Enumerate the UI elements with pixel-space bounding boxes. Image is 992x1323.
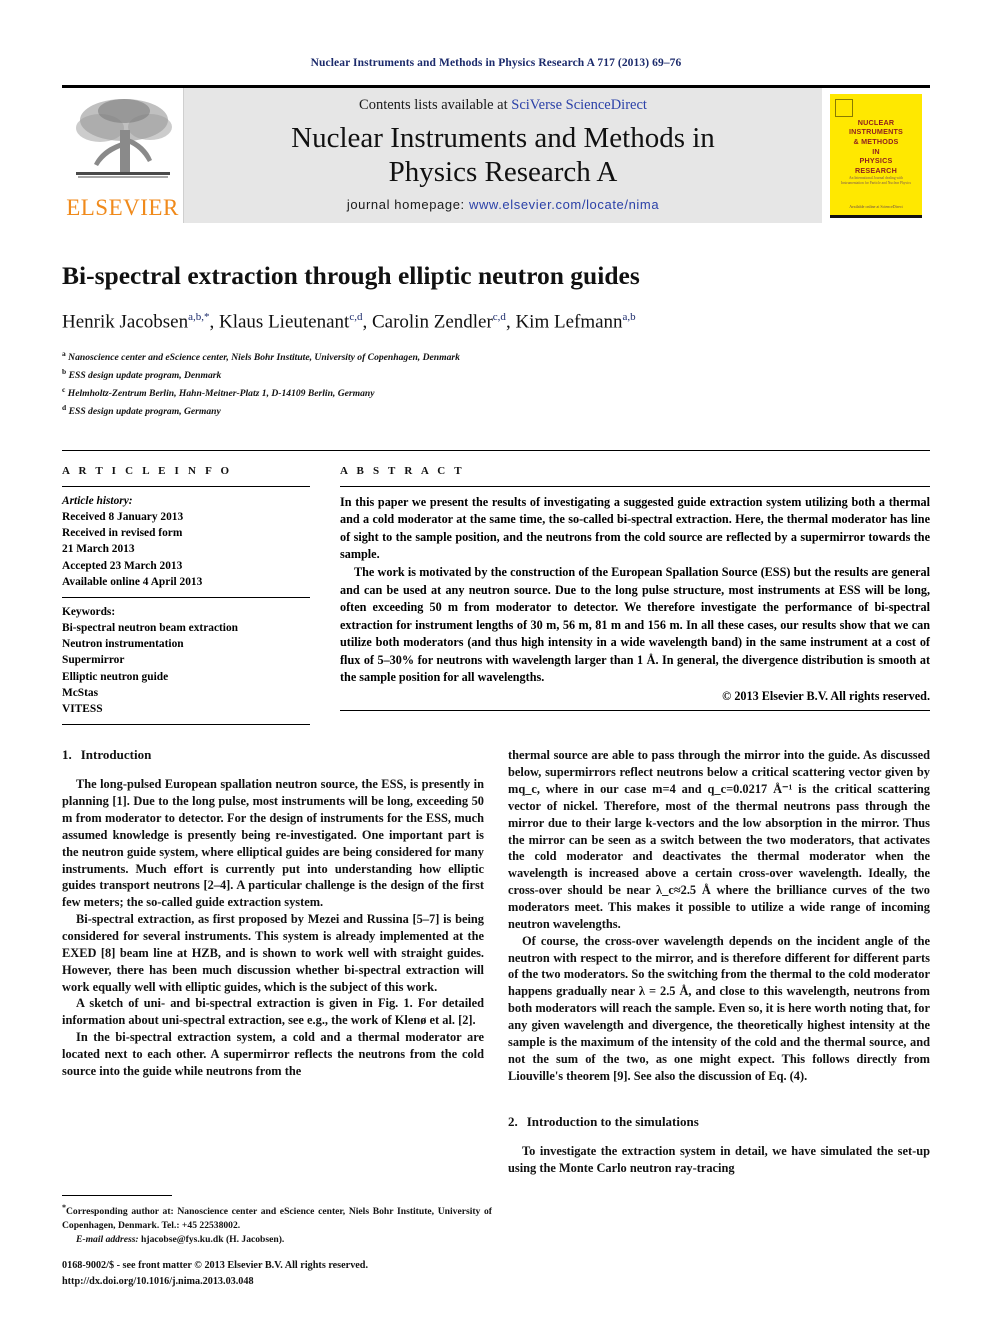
author-name: Carolin Zendler	[371, 310, 493, 332]
article-history-item: 21 March 2013	[62, 543, 135, 556]
keyword-item: VITESS	[62, 703, 103, 716]
author-name: Klaus Lieutenant	[219, 310, 350, 332]
affiliation-text: ESS design update program, Denmark	[68, 369, 222, 381]
elsevier-tree-icon	[76, 99, 172, 178]
affiliation-item: b ESS design update program, Denmark	[62, 366, 930, 384]
keywords-label: Keywords:	[62, 605, 116, 618]
section-number: 2.	[508, 1114, 518, 1130]
body-paragraph: The long-pulsed European spallation neut…	[62, 777, 484, 910]
journal-masthead: ELSEVIER Contents lists available at Sci…	[62, 85, 930, 223]
article-history-label: Article history:	[62, 494, 133, 507]
article-info-heading: A R T I C L E I N F O	[62, 464, 233, 477]
keyword-item: Neutron instrumentation	[62, 638, 184, 651]
cover-footer: Available online at ScienceDirect	[849, 203, 903, 209]
body-paragraph-continuation: thermal source are able to pass through …	[508, 748, 930, 931]
email-label: E-mail address:	[76, 1233, 139, 1245]
abstract-copyright: © 2013 Elsevier B.V. All rights reserved…	[722, 688, 930, 703]
issn-line: 0168-9002/$ - see front matter © 2013 El…	[62, 1260, 369, 1272]
paper-page: Nuclear Instruments and Methods in Physi…	[0, 0, 992, 1323]
author-name: Henrik Jacobsen	[62, 310, 189, 332]
affiliation-list: a Nanoscience center and eScience center…	[62, 348, 930, 420]
keyword-item: Bi-spectral neutron beam extraction	[62, 622, 238, 635]
article-history-block: Article history: Received 8 January 2013…	[62, 487, 310, 597]
info-abstract-section: A R T I C L E I N F O Article history: R…	[62, 449, 930, 726]
body-paragraph: A sketch of uni- and bi-spectral extract…	[62, 996, 484, 1028]
paper-title: Bi-spectral extraction through elliptic …	[62, 261, 640, 290]
keyword-item: Supermirror	[62, 654, 125, 667]
body-paragraph: Of course, the cross-over wavelength dep…	[508, 933, 930, 1083]
article-info-column: A R T I C L E I N F O Article history: R…	[62, 451, 310, 726]
article-history-item: Accepted 23 March 2013	[62, 559, 183, 572]
corresponding-author-note: *Corresponding author at: Nanoscience ce…	[62, 1202, 492, 1233]
journal-cover-thumbnail: NUCLEAR INSTRUMENTS & METHODS IN PHYSICS…	[822, 88, 930, 223]
article-info-rule-bottom	[62, 724, 310, 726]
section-title: Introduction to the simulations	[526, 1114, 699, 1130]
author-affiliation-marker: c,d	[492, 310, 506, 323]
author-affiliation-marker: c,d	[349, 310, 363, 323]
title-block: Bi-spectral extraction through elliptic …	[62, 261, 930, 420]
author-list: Henrik Jacobsena,b,*, Klaus Lieutenantc,…	[62, 310, 636, 332]
section-title: Introduction	[80, 747, 152, 763]
abstract-heading: A B S T R A C T	[340, 464, 465, 477]
section-heading-2: 2. Introduction to the simulations	[508, 1114, 930, 1130]
sciencedirect-link[interactable]: SciVerse ScienceDirect	[511, 97, 647, 113]
keyword-item: Elliptic neutron guide	[62, 670, 169, 683]
doi-link[interactable]: http://dx.doi.org/10.1016/j.nima.2013.03…	[62, 1274, 492, 1289]
homepage-prefix: journal homepage:	[346, 196, 469, 212]
body-columns: 1. Introduction The long-pulsed European …	[62, 747, 930, 1177]
cover-title: NUCLEAR INSTRUMENTS & METHODS IN PHYSICS…	[848, 117, 904, 176]
affiliation-text: Helmholtz-Zentrum Berlin, Hahn-Meitner-P…	[67, 387, 375, 399]
affiliation-marker: c	[62, 384, 66, 394]
article-history-item: Received 8 January 2013	[62, 510, 184, 523]
body-column-left: 1. Introduction The long-pulsed European …	[62, 747, 484, 1177]
cover-inner: NUCLEAR INSTRUMENTS & METHODS IN PHYSICS…	[830, 93, 922, 218]
footnote-block: *Corresponding author at: Nanoscience ce…	[62, 1194, 492, 1290]
email-note: E-mail address: hjacobse@fys.ku.dk (H. J…	[62, 1233, 492, 1247]
journal-title-line1: Nuclear Instruments and Methods in	[291, 122, 715, 155]
footnote-rule	[62, 1194, 172, 1196]
affiliation-item: a Nanoscience center and eScience center…	[62, 348, 930, 366]
keywords-block: Keywords: Bi-spectral neutron beam extra…	[62, 598, 310, 724]
elsevier-wordmark: ELSEVIER	[66, 195, 179, 220]
contents-lists-line: Contents lists available at SciVerse Sci…	[359, 97, 647, 114]
article-history-item: Available online 4 April 2013	[62, 575, 203, 588]
email-value[interactable]: hjacobse@fys.ku.dk (H. Jacobsen).	[141, 1234, 284, 1245]
body-paragraph: To investigate the extraction system in …	[508, 1144, 930, 1176]
author-affiliation-marker: a,b,*	[188, 310, 210, 323]
journal-title-line2: Physics Research A	[388, 155, 618, 188]
elsevier-logo: ELSEVIER	[62, 88, 184, 223]
abstract-paragraph: The work is motivated by the constructio…	[340, 565, 930, 685]
body-column-right: thermal source are able to pass through …	[508, 747, 930, 1177]
cover-subtitle: An International Journal dealing with In…	[841, 175, 911, 185]
body-paragraph: Bi-spectral extraction, as first propose…	[62, 912, 484, 994]
affiliation-text: ESS design update program, Germany	[68, 405, 221, 417]
section-number: 1.	[62, 747, 72, 763]
cover-badge-icon	[835, 98, 853, 117]
article-history-item: Received in revised form	[62, 527, 183, 540]
journal-title: Nuclear Instruments and Methods in Physi…	[291, 122, 715, 189]
author-affiliation-marker: a,b	[622, 310, 636, 323]
corresponding-author-text: Corresponding author at: Nanoscience cen…	[62, 1205, 492, 1231]
affiliation-marker: a	[62, 348, 66, 358]
running-head: Nuclear Instruments and Methods in Physi…	[310, 57, 682, 69]
abstract-column: A B S T R A C T In this paper we present…	[340, 451, 930, 725]
body-paragraph: In the bi-spectral extraction system, a …	[62, 1030, 484, 1078]
abstract-rule-bottom	[340, 709, 930, 711]
affiliation-item: d ESS design update program, Germany	[62, 402, 930, 420]
contents-prefix: Contents lists available at	[359, 97, 512, 114]
affiliation-text: Nanoscience center and eScience center, …	[68, 351, 460, 363]
section-heading-1: 1. Introduction	[62, 747, 484, 763]
affiliation-marker: d	[62, 402, 67, 412]
author-name: Kim Lefmann	[515, 310, 623, 332]
keyword-item: McStas	[62, 686, 99, 699]
journal-homepage-link[interactable]: www.elsevier.com/locate/nima	[469, 197, 659, 212]
journal-homepage-line: journal homepage: www.elsevier.com/locat…	[347, 197, 659, 212]
abstract-body: In this paper we present the results of …	[340, 487, 930, 687]
affiliation-item: c Helmholtz-Zentrum Berlin, Hahn-Meitner…	[62, 384, 930, 402]
issn-block: 0168-9002/$ - see front matter © 2013 El…	[62, 1258, 492, 1289]
affiliation-marker: b	[62, 366, 67, 376]
masthead-center: Contents lists available at SciVerse Sci…	[184, 88, 822, 223]
abstract-paragraph: In this paper we present the results of …	[340, 494, 930, 562]
